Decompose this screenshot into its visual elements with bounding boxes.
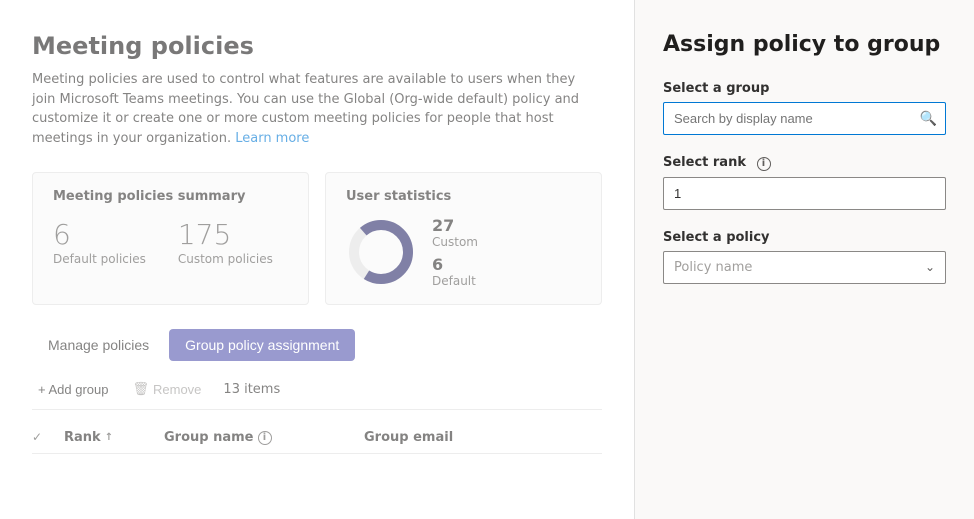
search-icon-button[interactable]: 🔍 — [912, 104, 945, 133]
card-stats: 6 Default policies 175 Custom policies — [53, 218, 288, 267]
custom-count: 175 — [178, 218, 273, 251]
default-count: 6 — [53, 218, 146, 251]
tab-manage-policies[interactable]: Manage policies — [32, 329, 165, 361]
table-header: ✓ Rank ↑ Group name i Group email — [32, 422, 602, 454]
summary-card-title: Meeting policies summary — [53, 189, 288, 204]
policy-select-wrap[interactable]: Policy name ⌄ — [663, 251, 946, 284]
panel-title: Assign policy to group — [663, 32, 946, 57]
page-title: Meeting policies — [32, 32, 602, 60]
select-policy-group: Select a policy Policy name ⌄ — [663, 230, 946, 284]
default-legend-item: 6 Default — [432, 255, 478, 288]
group-name-info-icon[interactable]: i — [258, 431, 272, 445]
toolbar: + Add group 🗑 Remove 13 items — [32, 377, 602, 410]
tab-group-policy-assignment[interactable]: Group policy assignment — [169, 329, 355, 361]
col-check: ✓ — [32, 430, 64, 445]
user-stats-card: User statistics User statistics 27 Custo… — [325, 172, 602, 305]
search-icon: 🔍 — [920, 110, 937, 126]
col-email-header: Group email — [364, 430, 564, 445]
summary-card: Meeting policies summary 6 Default polic… — [32, 172, 309, 305]
chart-legend: 27 Custom 6 Default — [432, 216, 478, 288]
chevron-down-icon: ⌄ — [925, 260, 935, 274]
select-group-label: Select a group — [663, 81, 946, 96]
custom-stat-value: 27 — [432, 216, 478, 235]
default-stat-value: 6 — [432, 255, 478, 274]
default-stat-label: Default — [432, 274, 478, 288]
page-description: Meeting policies are used to control wha… — [32, 70, 602, 148]
sort-icon: ↑ — [105, 432, 113, 443]
check-icon: ✓ — [32, 430, 42, 444]
custom-label: Custom policies — [178, 252, 273, 266]
trash-icon: 🗑 — [132, 381, 149, 397]
add-group-button[interactable]: + Add group — [32, 378, 114, 401]
default-label: Default policies — [53, 252, 146, 266]
right-panel: Assign policy to group Select a group 🔍 … — [634, 0, 974, 519]
select-group-group: Select a group 🔍 — [663, 81, 946, 135]
col-group-name-header: Group name i — [164, 430, 364, 445]
user-stats-card-title: User statistics — [346, 189, 478, 204]
policy-select-placeholder: Policy name — [674, 260, 752, 275]
select-policy-label: Select a policy — [663, 230, 946, 245]
search-input-wrap: 🔍 — [663, 102, 946, 135]
left-panel: Meeting policies Meeting policies are us… — [0, 0, 634, 519]
tabs-row: Manage policies Group policy assignment — [32, 329, 602, 361]
col-rank-header: Rank ↑ — [64, 430, 164, 445]
default-stat: 6 Default policies — [53, 218, 146, 267]
cards-row: Meeting policies summary 6 Default polic… — [32, 172, 602, 305]
rank-info-icon[interactable]: i — [757, 157, 771, 171]
custom-stat-label: Custom — [432, 235, 478, 249]
select-rank-label: Select rank i — [663, 155, 946, 171]
search-input[interactable] — [664, 103, 912, 134]
remove-button[interactable]: 🗑 Remove — [126, 377, 207, 401]
custom-legend-item: 27 Custom — [432, 216, 478, 249]
rank-input[interactable]: 1 — [663, 177, 946, 210]
learn-more-link[interactable]: Learn more — [235, 131, 309, 146]
select-rank-group: Select rank i 1 — [663, 155, 946, 210]
custom-stat: 175 Custom policies — [178, 218, 273, 267]
items-count: 13 items — [223, 382, 280, 397]
donut-chart — [346, 217, 416, 287]
